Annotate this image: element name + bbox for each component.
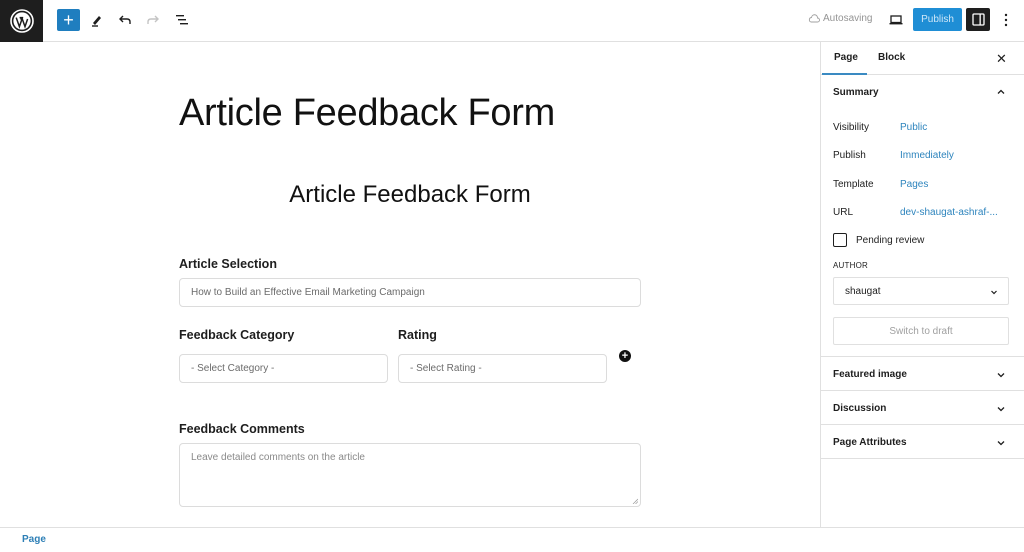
publish-button[interactable]: Publish: [913, 8, 962, 31]
list-view-icon: [176, 15, 188, 25]
publish-label: Publish: [833, 150, 866, 161]
author-label: AUTHOR: [833, 261, 868, 270]
author-select[interactable]: shaugat: [833, 277, 1009, 305]
undo-button[interactable]: [113, 8, 137, 32]
breadcrumb-page[interactable]: Page: [22, 534, 46, 545]
switch-to-draft-button[interactable]: Switch to draft: [833, 317, 1009, 345]
wordpress-icon: [9, 9, 34, 33]
feedback-category-value: - Select Category -: [191, 363, 275, 374]
chevron-down-icon[interactable]: [996, 438, 1006, 448]
url-value-link[interactable]: dev-shaugat-ashraf-...: [900, 207, 998, 218]
chevron-down-icon[interactable]: [996, 404, 1006, 414]
discussion-panel-title[interactable]: Discussion: [833, 403, 886, 414]
page-title[interactable]: Article Feedback Form: [179, 92, 555, 135]
more-vertical-icon: [1004, 13, 1008, 27]
chevron-up-icon[interactable]: [996, 87, 1006, 97]
feedback-comments-label: Feedback Comments: [179, 422, 305, 436]
panel-divider: [821, 424, 1024, 425]
pending-review-label[interactable]: Pending review: [856, 235, 924, 246]
article-selection-value: How to Build an Effective Email Marketin…: [191, 287, 425, 298]
panel-divider: [821, 390, 1024, 391]
resize-handle-icon[interactable]: [632, 498, 638, 504]
redo-button[interactable]: [141, 8, 165, 32]
editor-footer: Page: [0, 527, 1024, 552]
feedback-comments-placeholder: Leave detailed comments on the article: [191, 452, 365, 463]
chevron-down-icon: [991, 290, 997, 295]
summary-panel-title[interactable]: Summary: [833, 87, 879, 98]
add-field-plus-icon[interactable]: +: [619, 350, 631, 362]
rating-select[interactable]: - Select Rating -: [398, 354, 607, 383]
feedback-category-label: Feedback Category: [179, 328, 295, 342]
wordpress-logo-button[interactable]: [0, 0, 43, 42]
autosave-status: Autosaving: [808, 13, 872, 24]
url-label: URL: [833, 207, 854, 218]
panel-divider: [821, 356, 1024, 357]
author-value: shaugat: [845, 285, 881, 297]
template-value-link[interactable]: Pages: [900, 179, 928, 190]
pencil-icon: [92, 16, 101, 27]
publish-date-link[interactable]: Immediately: [900, 150, 954, 161]
pending-review-checkbox[interactable]: [833, 233, 847, 247]
article-selection-label: Article Selection: [179, 257, 277, 271]
add-block-button[interactable]: +: [57, 9, 80, 31]
page-attributes-panel-title[interactable]: Page Attributes: [833, 437, 907, 448]
tab-page[interactable]: Page: [834, 52, 858, 63]
visibility-label: Visibility: [833, 122, 869, 133]
featured-image-panel-title[interactable]: Featured image: [833, 369, 907, 380]
close-sidebar-icon[interactable]: ✕: [996, 51, 1007, 67]
undo-icon: [119, 15, 131, 24]
template-label: Template: [833, 179, 874, 190]
feedback-comments-textarea[interactable]: Leave detailed comments on the article: [179, 443, 641, 507]
preview-button[interactable]: [884, 8, 908, 32]
rating-label: Rating: [398, 328, 437, 342]
sidebar-icon: [971, 13, 985, 26]
redo-icon: [147, 15, 159, 24]
panel-divider: [821, 458, 1024, 459]
sidebar-tabs: Page Block ✕: [821, 42, 1024, 75]
active-tab-indicator: [822, 73, 867, 75]
form-heading[interactable]: Article Feedback Form: [0, 181, 820, 209]
article-selection-input[interactable]: How to Build an Effective Email Marketin…: [179, 278, 641, 307]
cloud-icon: [808, 14, 820, 23]
chevron-down-icon[interactable]: [996, 370, 1006, 380]
options-menu-button[interactable]: [1000, 10, 1012, 30]
settings-sidebar: Page Block ✕ Summary Visibility Public P…: [820, 42, 1024, 527]
editor-toolbar: + Autosaving Publish: [0, 0, 1024, 42]
feedback-category-select[interactable]: - Select Category -: [179, 354, 388, 383]
rating-value: - Select Rating -: [410, 363, 482, 374]
settings-sidebar-toggle[interactable]: [966, 8, 990, 31]
tools-button[interactable]: [85, 8, 109, 32]
autosave-label: Autosaving: [823, 13, 873, 24]
laptop-icon: [889, 15, 903, 25]
tab-block[interactable]: Block: [878, 52, 905, 63]
visibility-value-link[interactable]: Public: [900, 122, 927, 133]
document-overview-button[interactable]: [170, 8, 194, 32]
